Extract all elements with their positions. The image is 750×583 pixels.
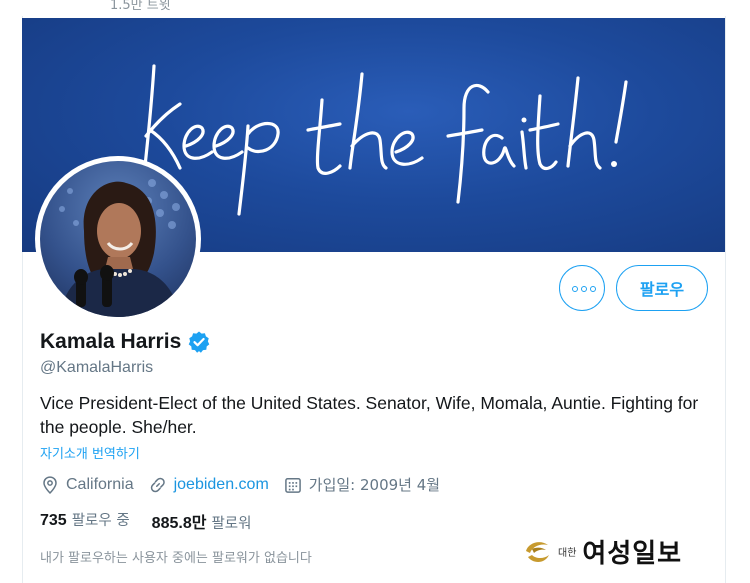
following-stat[interactable]: 735 팔로우 중 (40, 509, 130, 533)
translate-bio-link[interactable]: 자기소개 번역하기 (40, 443, 140, 462)
profile-bio: Vice President-Elect of the United State… (40, 393, 699, 437)
watermark-brand-text: 여성일보 (582, 539, 683, 569)
website-item: joebiden.com (148, 475, 269, 495)
profile-name: Kamala Harris (40, 330, 182, 353)
verified-badge-icon (188, 331, 210, 353)
following-count: 735 (40, 512, 67, 529)
following-label: 팔로우 중 (71, 513, 130, 529)
watermark-logo: 대한 여성일보 (522, 533, 682, 570)
joined-item: 가입일: 2009년 4월 (283, 474, 440, 495)
avatar-photo (40, 161, 196, 317)
watermark-small-text: 대한 (558, 548, 577, 559)
followers-label: 팔로워 (211, 516, 252, 532)
profile-name-row: Kamala Harris (40, 330, 211, 354)
profile-meta: California joebiden.com 가입일: 2009년 4월 (40, 474, 454, 495)
location-item: California (40, 475, 134, 495)
followers-stat[interactable]: 885.8만 팔로워 (152, 509, 252, 533)
tweet-count: 1.5만 트윗 (110, 0, 171, 13)
location-text: California (66, 475, 134, 493)
link-icon (150, 477, 165, 492)
follow-button[interactable]: 팔로우 (616, 265, 708, 311)
profile-handle: @KamalaHarris (40, 359, 154, 376)
calendar-icon (284, 477, 301, 493)
watermark-emblem-icon (526, 541, 549, 562)
more-options-button[interactable] (559, 265, 605, 311)
profile-avatar[interactable] (35, 156, 201, 322)
more-options-icon (572, 286, 596, 292)
followers-count: 885.8만 (151, 515, 207, 532)
mutual-followers-note: 내가 팔로우하는 사용자 중에는 팔로워가 없습니다 (40, 551, 312, 566)
website-link[interactable]: joebiden.com (174, 476, 269, 494)
location-pin-icon (43, 475, 57, 494)
follow-stats: 735 팔로우 중 885.8만 팔로워 (40, 509, 251, 533)
joined-text: 가입일: 2009년 4월 (308, 476, 441, 494)
